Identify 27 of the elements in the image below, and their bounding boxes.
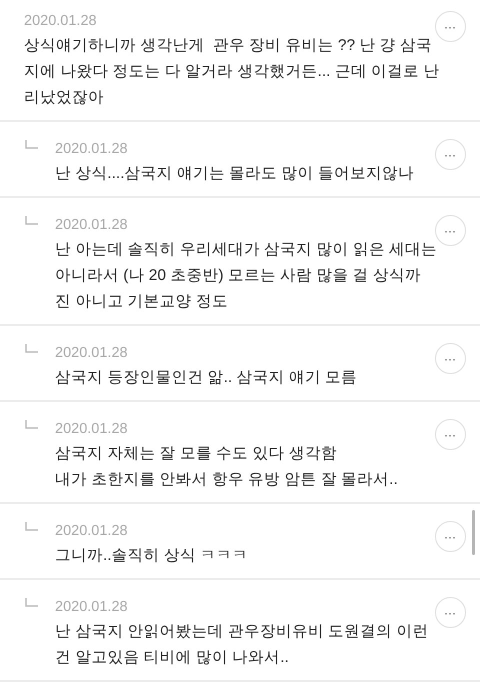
comment-text: 그니까..솔직히 상식 ㅋㅋㅋ: [55, 546, 248, 566]
more-button[interactable]: ···: [434, 521, 466, 552]
more-button[interactable]: ···: [434, 419, 466, 450]
more-button[interactable]: ···: [434, 343, 466, 374]
comment-text: 난 아는데 솔직히 우리세대가 삼국지 많이 읽은 세대는 아니라서 (나 20 초중반) 모르는 사람 많을 걸 상식까 진 아니고 기본교양 정도: [55, 240, 438, 312]
comment-date: 2020.01.28: [55, 344, 128, 363]
more-button[interactable]: ···: [434, 11, 466, 42]
reply-indent-icon: [25, 344, 38, 353]
comment-text: 난 삼국지 안읽어봤는데 관우장비유비 도원결의 이런 건 알고있음 티비에 많이 나와서..: [55, 622, 429, 668]
more-button[interactable]: ···: [434, 139, 466, 170]
comment-text: 삼국지 자체는 잘 모를 수도 있다 생각함 내가 초한지를 안봐서 항우 유방 암튼 잘 몰라서..: [55, 444, 398, 490]
reply-indent-icon: [25, 598, 38, 607]
reply-indent-icon: [25, 216, 38, 225]
reply-indent-icon: [25, 522, 38, 531]
scrollbar: [472, 510, 475, 555]
reply-indent-icon: [25, 140, 38, 149]
comment-date: 2020.01.28: [55, 522, 128, 541]
reply-indent-icon: [25, 420, 38, 429]
more-button[interactable]: ···: [434, 215, 466, 246]
comment-date: 2020.01.28: [24, 12, 97, 31]
more-button[interactable]: ···: [434, 597, 466, 628]
comment-date: 2020.01.28: [55, 140, 128, 159]
comment-date: 2020.01.28: [55, 216, 128, 235]
comment-date: 2020.01.28: [55, 598, 128, 617]
comment-text: 난 상식....삼국지 얘기는 몰라도 많이 들어보지않나: [55, 164, 414, 184]
comment-date: 2020.01.28: [55, 420, 128, 439]
comment-text: 삼국지 등장인물인건 앎.. 삼국지 얘기 모름: [55, 368, 358, 388]
